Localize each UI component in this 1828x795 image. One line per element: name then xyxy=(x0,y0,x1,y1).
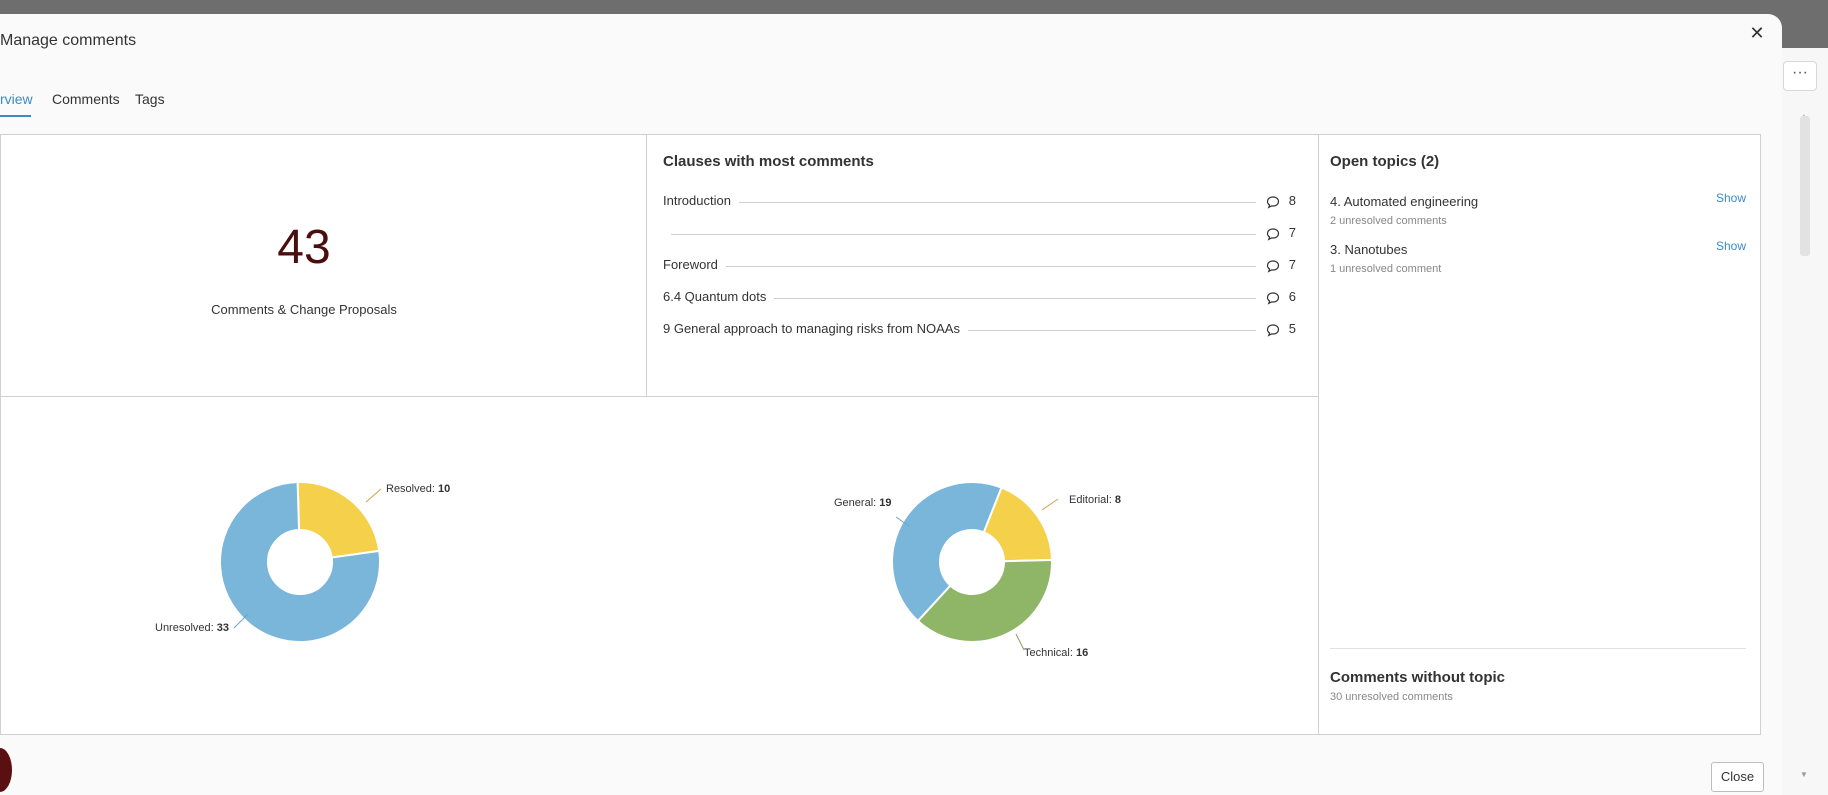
tab-comments[interactable]: Comments xyxy=(52,91,120,107)
clause-count: 7 xyxy=(1288,257,1296,272)
topic-unresolved-count: 2 unresolved comments xyxy=(1330,215,1447,227)
pie-label-editorial: Editorial: 8 xyxy=(1069,494,1121,506)
clause-count: 6 xyxy=(1288,289,1296,304)
background-scrollbar[interactable] xyxy=(1800,116,1810,256)
clause-name: 9 General approach to managing risks fro… xyxy=(663,321,968,336)
clause-row[interactable]: 6.4 Quantum dots 6 xyxy=(663,289,1296,307)
pie-label-unresolved: Unresolved: 33 xyxy=(155,622,230,634)
without-topic-title: Comments without topic xyxy=(1330,669,1505,686)
tab-tags[interactable]: Tags xyxy=(135,91,165,107)
clause-count: 8 xyxy=(1288,193,1296,208)
clause-row[interactable]: Introduction 8 xyxy=(663,193,1296,211)
comment-icon xyxy=(1266,196,1280,209)
clause-name: Foreword xyxy=(663,257,726,272)
pie-label-resolved: Resolved: 10 xyxy=(386,483,451,495)
show-topic-button[interactable]: Show xyxy=(1716,191,1746,205)
comment-icon xyxy=(1266,260,1280,273)
close-button[interactable]: Close xyxy=(1711,762,1764,792)
clause-row[interactable]: Foreword 7 xyxy=(663,257,1296,275)
clause-count: 5 xyxy=(1288,321,1296,336)
pie-label-general: General: 19 xyxy=(834,497,892,509)
comment-icon xyxy=(1266,324,1280,337)
modal-title: Manage comments xyxy=(0,32,137,49)
pie-label-technical: Technical: 16 xyxy=(1024,647,1089,659)
clauses-title: Clauses with most comments xyxy=(663,153,874,170)
scroll-down-icon[interactable]: ▼ xyxy=(1800,770,1808,779)
more-options-button[interactable]: ··· xyxy=(1783,61,1817,91)
clause-name: 6.4 Quantum dots xyxy=(663,289,775,304)
comment-icon xyxy=(1266,292,1280,305)
clause-row[interactable]: 9 General approach to managing risks fro… xyxy=(663,321,1296,339)
divider xyxy=(0,396,1318,397)
divider xyxy=(1330,648,1746,649)
show-topic-button[interactable]: Show xyxy=(1716,239,1746,253)
comment-icon xyxy=(1266,228,1280,241)
divider xyxy=(1318,134,1319,735)
topic-name: 4. Automated engineering xyxy=(1330,194,1479,209)
topic-unresolved-count: 1 unresolved comment xyxy=(1330,263,1442,275)
clause-row[interactable]: 7 xyxy=(663,225,1296,243)
divider xyxy=(646,134,647,396)
open-topics-title: Open topics (2) xyxy=(1330,153,1440,170)
type-donut-chart xyxy=(891,481,1054,643)
pie-slice-resolved[interactable] xyxy=(296,481,381,559)
tab-overview[interactable]: rview xyxy=(0,91,33,107)
manage-comments-modal: Manage comments ✕ rview Comments Tags 43… xyxy=(0,14,1782,795)
clause-count: 7 xyxy=(1288,225,1296,240)
total-comments-label: Comments & Change Proposals xyxy=(211,302,397,317)
clause-name: Introduction xyxy=(663,193,739,208)
topic-name: 3. Nanotubes xyxy=(1330,242,1408,257)
active-tab-indicator xyxy=(0,115,31,117)
without-topic-count: 30 unresolved comments xyxy=(1330,691,1453,703)
total-comments-count: 43 xyxy=(277,221,331,274)
close-icon[interactable]: ✕ xyxy=(1745,21,1769,45)
